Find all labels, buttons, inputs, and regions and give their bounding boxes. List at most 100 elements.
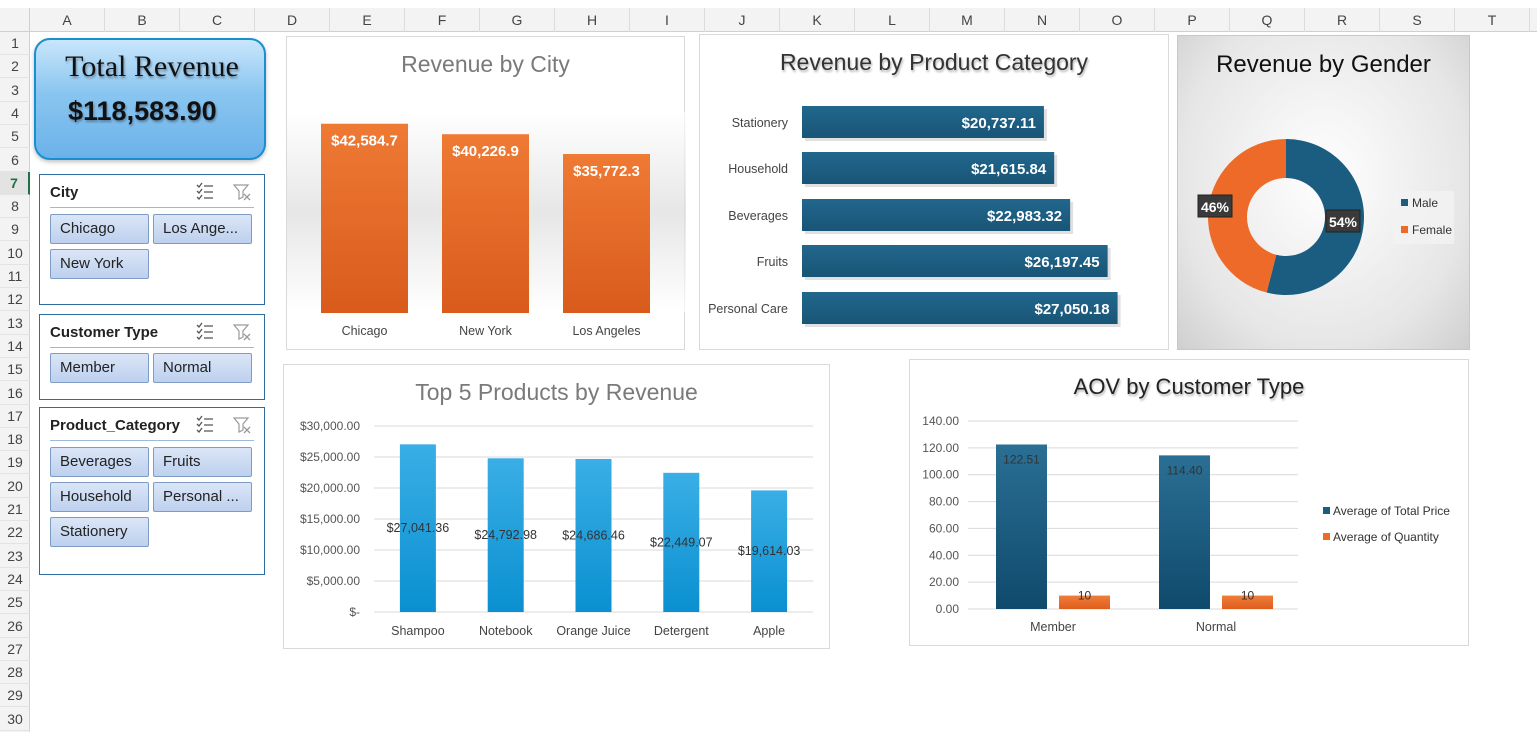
slicer-item-stationery[interactable]: Stationery: [50, 517, 149, 547]
row-header-25[interactable]: 25: [0, 591, 30, 615]
row-header-26[interactable]: 26: [0, 615, 30, 638]
column-header-e[interactable]: E: [330, 8, 405, 32]
tick-label: 40.00: [929, 548, 959, 562]
slicer-item-member[interactable]: Member: [50, 353, 149, 383]
row-header-12[interactable]: 12: [0, 288, 30, 312]
row-header-11[interactable]: 11: [0, 265, 30, 288]
tick-label: $20,000.00: [300, 481, 360, 495]
tick-label: Chicago: [342, 324, 388, 338]
multi-select-icon[interactable]: [196, 415, 214, 433]
row-header-23[interactable]: 23: [0, 545, 30, 568]
column-header-k[interactable]: K: [780, 8, 855, 32]
row-header-20[interactable]: 20: [0, 475, 30, 498]
data-label: $27,050.18: [1035, 301, 1110, 318]
slicer-header: Customer Type: [50, 315, 254, 348]
row-header-13[interactable]: 13: [0, 312, 30, 335]
data-label: $26,197.45: [1025, 254, 1100, 271]
top-strip: [0, 0, 1537, 8]
column-header-q[interactable]: Q: [1230, 8, 1305, 32]
slicer-item-personal-care[interactable]: Personal ...: [153, 482, 252, 512]
row-header-10[interactable]: 10: [0, 242, 30, 265]
row-header-30[interactable]: 30: [0, 708, 30, 731]
slicer-item-los-angeles[interactable]: Los Ange...: [153, 214, 252, 244]
legend-swatch: [1323, 507, 1330, 514]
column-header-m[interactable]: M: [930, 8, 1005, 32]
column-header-t[interactable]: T: [1455, 8, 1530, 32]
tick-label: 140.00: [922, 414, 959, 428]
column-header-i[interactable]: I: [630, 8, 705, 32]
row-header-7[interactable]: 7: [0, 171, 30, 195]
tick-label: Orange Juice: [556, 624, 630, 638]
column-header-f[interactable]: F: [405, 8, 480, 32]
column-header-a[interactable]: A: [30, 8, 105, 32]
revenue-by-category-chart[interactable]: Revenue by Product Category $20,737.11 St…: [699, 34, 1169, 350]
chart-canvas: 54% 46% Male Female: [1197, 139, 1454, 296]
kpi-title: Total Revenue: [65, 50, 239, 83]
row-header-18[interactable]: 18: [0, 428, 30, 452]
slicer-item-fruits[interactable]: Fruits: [153, 447, 252, 477]
column-header-d[interactable]: D: [255, 8, 330, 32]
row-header-14[interactable]: 14: [0, 335, 30, 358]
multi-select-icon[interactable]: [196, 182, 214, 200]
row-header-4[interactable]: 4: [0, 102, 30, 125]
bar: [321, 123, 408, 313]
column-header-b[interactable]: B: [105, 8, 180, 32]
row-header-9[interactable]: 9: [0, 218, 30, 242]
clear-filter-icon[interactable]: [232, 182, 252, 202]
column-header-p[interactable]: P: [1155, 8, 1230, 32]
row-header-24[interactable]: 24: [0, 568, 30, 591]
row-header-6[interactable]: 6: [0, 149, 30, 172]
slicer-item-household[interactable]: Household: [50, 482, 149, 512]
column-header-j[interactable]: J: [705, 8, 780, 32]
row-header-3[interactable]: 3: [0, 79, 30, 102]
column-header-g[interactable]: G: [480, 8, 555, 32]
tick-label: 20.00: [929, 575, 959, 589]
clear-filter-icon[interactable]: [232, 322, 252, 342]
chart-canvas: $20,737.11 Stationery $21,615.84 Household $…: [708, 106, 1121, 327]
row-header-19[interactable]: 19: [0, 451, 30, 475]
row-header-29[interactable]: 29: [0, 684, 30, 708]
row-header-17[interactable]: 17: [0, 405, 30, 428]
row-header-27[interactable]: 27: [0, 638, 30, 661]
tick-label: $15,000.00: [300, 512, 360, 526]
legend-swatch: [1401, 226, 1408, 233]
column-header-n[interactable]: N: [1005, 8, 1080, 32]
top-products-chart[interactable]: Top 5 Products by Revenue $- $5,000.00 $10…: [283, 364, 830, 649]
row-header-15[interactable]: 15: [0, 358, 30, 382]
bar: [996, 444, 1047, 609]
tick-label: 120.00: [922, 441, 959, 455]
row-header-22[interactable]: 22: [0, 521, 30, 545]
row-header-8[interactable]: 8: [0, 195, 30, 219]
tick-label: 100.00: [922, 468, 959, 482]
row-header-28[interactable]: 28: [0, 661, 30, 685]
row-header-21[interactable]: 21: [0, 498, 30, 521]
slicer-item-chicago[interactable]: Chicago: [50, 214, 149, 244]
tick-label: Personal Care: [708, 302, 788, 316]
legend-swatch: [1401, 199, 1408, 206]
select-all-corner[interactable]: [0, 8, 30, 32]
slicer-item-normal[interactable]: Normal: [153, 353, 252, 383]
slicer-item-new-york[interactable]: New York: [50, 249, 149, 279]
clear-filter-icon[interactable]: [232, 415, 252, 435]
data-label: 122.51: [1003, 452, 1040, 466]
legend-label: Female: [1412, 223, 1452, 237]
column-header-h[interactable]: H: [555, 8, 630, 32]
data-label: 46%: [1201, 199, 1230, 215]
aov-by-customer-type-chart[interactable]: AOV by Customer Type 0.00 20.00 40.00 60.00…: [909, 359, 1469, 646]
revenue-by-gender-chart[interactable]: Revenue by Gender 54% 46% Male Female: [1177, 35, 1470, 350]
multi-select-icon[interactable]: [196, 322, 214, 340]
column-header-c[interactable]: C: [180, 8, 255, 32]
slicer-item-beverages[interactable]: Beverages: [50, 447, 149, 477]
row-header-1[interactable]: 1: [0, 32, 30, 55]
data-label: 114.40: [1167, 463, 1203, 477]
row-header-5[interactable]: 5: [0, 125, 30, 149]
revenue-by-city-chart[interactable]: Revenue by City $42,584.7 Chicago $40,226.…: [286, 36, 686, 350]
row-header-16[interactable]: 16: [0, 382, 30, 405]
column-header-o[interactable]: O: [1080, 8, 1155, 32]
tick-label: $5,000.00: [307, 574, 361, 588]
column-header-r[interactable]: R: [1305, 8, 1380, 32]
column-header-s[interactable]: S: [1380, 8, 1455, 32]
data-label: $22,449.07: [650, 535, 713, 549]
row-header-2[interactable]: 2: [0, 55, 30, 79]
column-header-l[interactable]: L: [855, 8, 930, 32]
